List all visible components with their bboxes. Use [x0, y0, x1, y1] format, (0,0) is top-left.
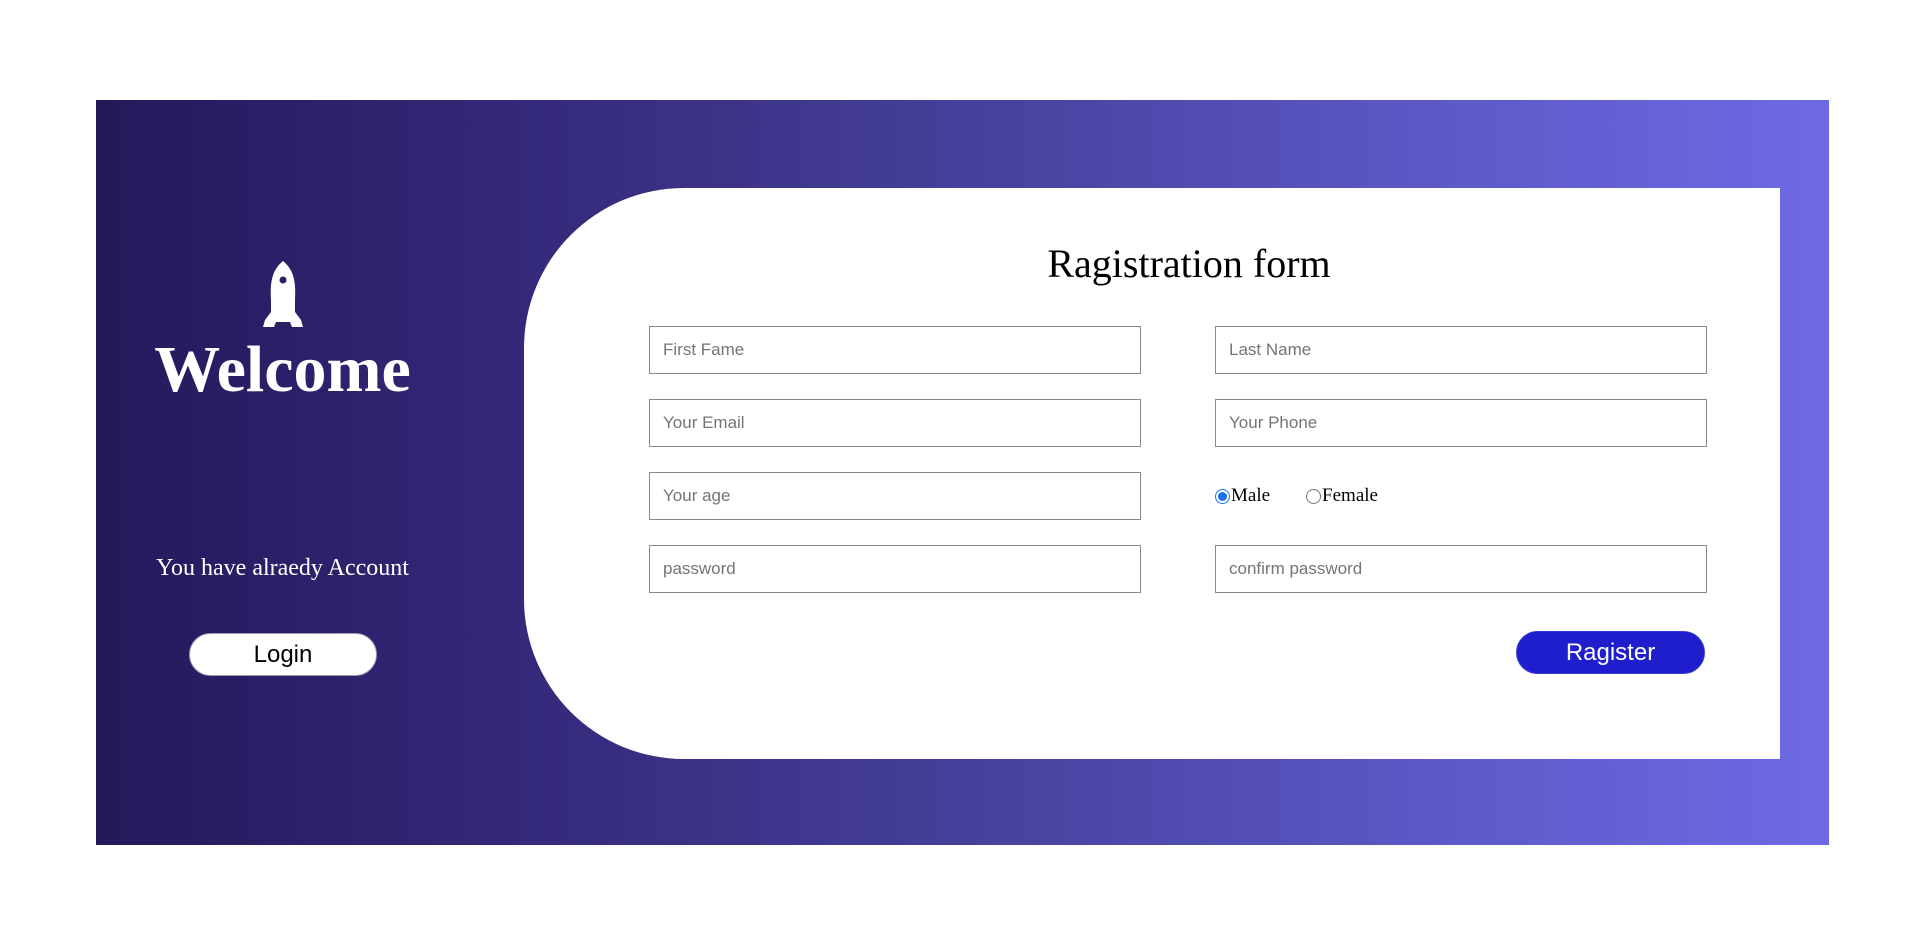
- rocket-icon: [263, 261, 303, 327]
- female-radio[interactable]: [1306, 488, 1322, 504]
- email-input[interactable]: [649, 399, 1141, 447]
- register-button[interactable]: Ragister: [1516, 631, 1705, 674]
- confirm-password-input[interactable]: [1215, 545, 1707, 593]
- welcome-heading: Welcome: [154, 333, 411, 406]
- male-label: Male: [1231, 485, 1271, 506]
- last-name-input[interactable]: [1215, 326, 1707, 374]
- form-title: Ragistration form: [1047, 241, 1331, 286]
- password-input[interactable]: [649, 545, 1141, 593]
- registration-form-card: Ragistration form Male Female Ragister: [524, 188, 1780, 759]
- login-button[interactable]: Login: [189, 633, 377, 676]
- age-input[interactable]: [649, 472, 1141, 520]
- gender-radio-group: Male Female: [1215, 483, 1378, 509]
- male-radio[interactable]: [1215, 488, 1230, 504]
- already-account-text: You have alraedy Account: [156, 555, 409, 581]
- phone-input[interactable]: [1215, 399, 1707, 447]
- first-name-input[interactable]: [649, 326, 1141, 374]
- welcome-panel: Welcome You have alraedy Account Login: [96, 100, 469, 845]
- female-label: Female: [1322, 485, 1378, 506]
